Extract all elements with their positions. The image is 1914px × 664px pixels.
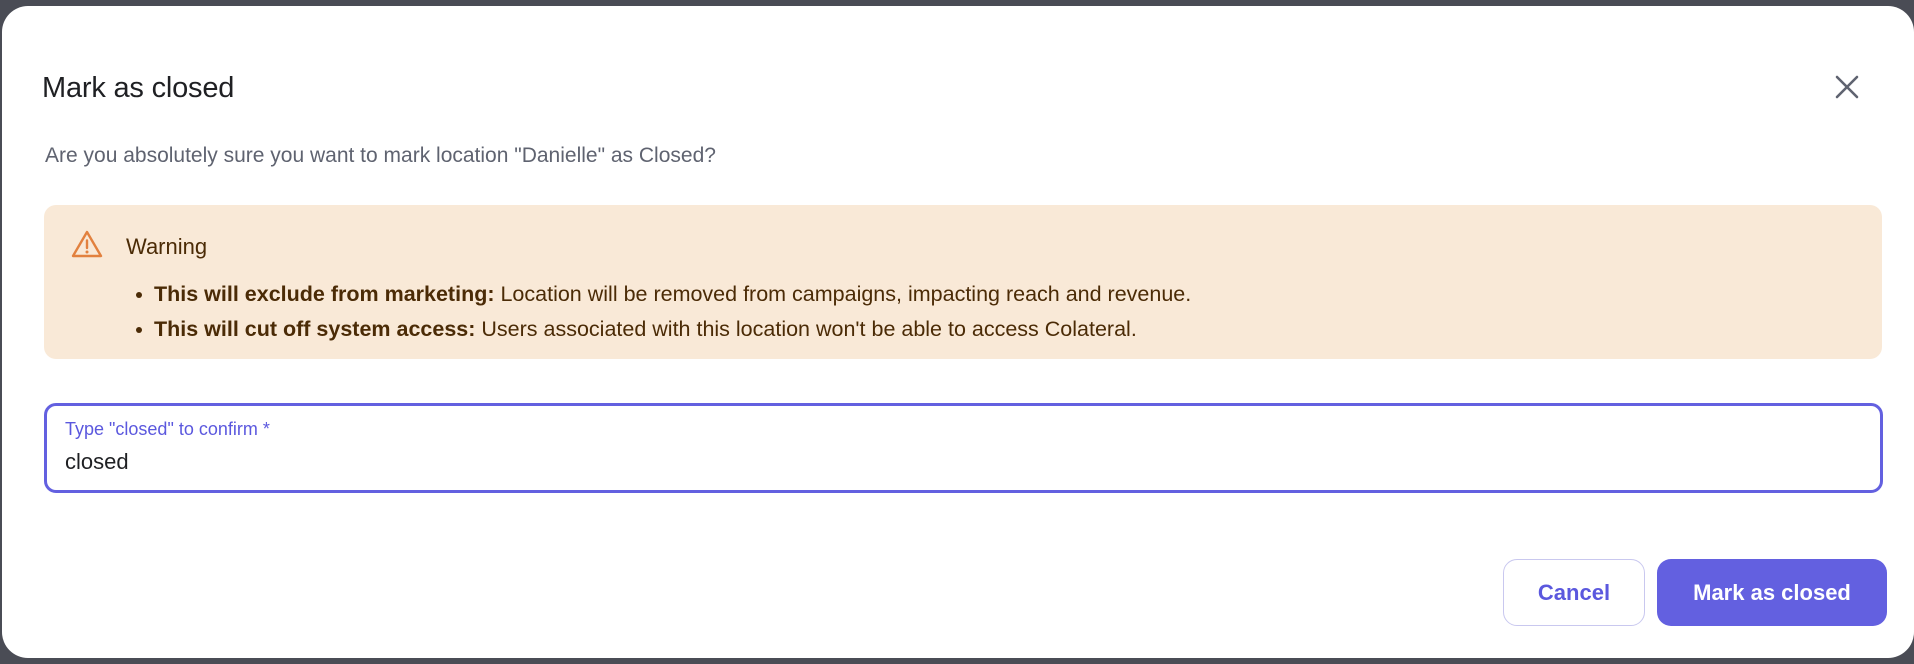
warning-item: This will cut off system access: Users a… [136,312,1191,347]
warning-item-heading: This will exclude from marketing: [154,282,495,306]
warning-list: This will exclude from marketing: Locati… [136,277,1191,347]
close-icon [1835,75,1859,99]
cancel-button[interactable]: Cancel [1503,559,1645,626]
mark-as-closed-button[interactable]: Mark as closed [1657,559,1887,626]
mark-closed-dialog: Mark as closed Are you absolutely sure y… [2,6,1914,658]
confirm-field-label: Type "closed" to confirm * [65,419,270,439]
confirm-text-field[interactable]: Type "closed" to confirm * [44,403,1883,493]
confirm-input[interactable] [65,449,1845,475]
warning-item-text: Users associated with this location won'… [475,317,1137,341]
warning-item-heading: This will cut off system access: [154,317,476,341]
dialog-title: Mark as closed [42,72,235,104]
warning-item-text: Location will be removed from campaigns,… [494,282,1192,306]
warning-callout: Warning This will exclude from marketing… [44,205,1882,359]
close-button[interactable] [1830,70,1864,104]
dialog-description: Are you absolutely sure you want to mark… [45,144,716,167]
warning-title: Warning [126,234,208,259]
warning-triangle-icon [71,230,103,258]
warning-item: This will exclude from marketing: Locati… [136,277,1191,312]
